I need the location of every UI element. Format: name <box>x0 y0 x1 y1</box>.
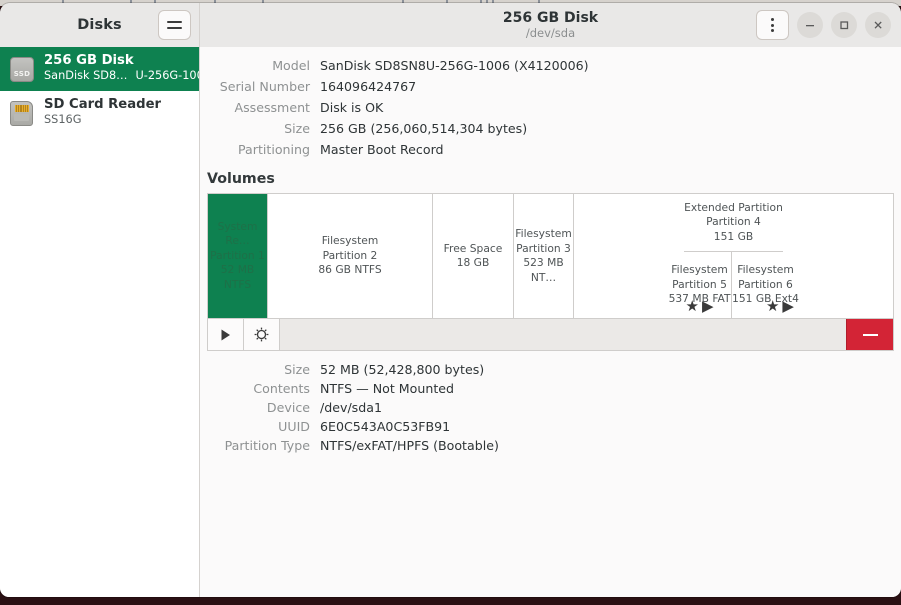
sd-card-icon <box>9 100 35 126</box>
partition-4-extended: Extended Partition Partition 4 151 GB Fi… <box>574 194 893 318</box>
partition-4-header[interactable]: Extended Partition Partition 4 151 GB <box>684 194 783 252</box>
partition-line3: 52 MB NTFS <box>220 263 255 291</box>
partition-info-key: UUID <box>278 419 310 434</box>
partition-info-value: 6E0C543A0C53FB91 <box>320 419 451 434</box>
drive-info-value: Disk is OK <box>320 100 384 115</box>
device-subtitle: SanDisk SD8… U-256G-1006 <box>44 69 199 83</box>
partition-free-space[interactable]: Free Space 18 GB <box>433 194 514 318</box>
partition-line1: Filesystem <box>515 227 572 240</box>
partition-line1: Free Space <box>443 241 503 255</box>
device-sub-id: U-256G-1006 <box>135 69 199 83</box>
partition-1[interactable]: System Re… Partition 1 52 MB NTFS <box>208 194 268 318</box>
sidebar-item-text: 256 GB Disk SanDisk SD8… U-256G-1006 <box>44 53 199 83</box>
partition-info-value: 52 MB (52,428,800 bytes) <box>320 362 485 377</box>
device-subtitle: SS16G <box>44 113 161 127</box>
partition-info-key: Contents <box>253 381 310 396</box>
partition-4-label: Extended Partition Partition 4 151 GB <box>684 201 783 245</box>
titlebar: Disks 256 GB Disk /dev/sda <box>0 3 901 47</box>
ssd-icon-label: SSD <box>13 69 31 78</box>
partition-3-label: Filesystem Partition 3 523 MB NT… <box>514 227 573 285</box>
volumes-heading: Volumes <box>207 171 275 187</box>
play-icon[interactable] <box>208 319 244 350</box>
sidebar-item-text: SD Card Reader SS16G <box>44 97 162 127</box>
partition-info-value: NTFS — Not Mounted <box>320 381 455 396</box>
drive-info-value: Master Boot Record <box>320 142 444 157</box>
partition-3[interactable]: Filesystem Partition 3 523 MB NT… <box>514 194 574 318</box>
partition-4-children: Filesystem Partition 5 537 MB FAT ★ ▶ Fi… <box>668 252 799 318</box>
drive-info-value: SanDisk SD8SN8U-256G-1006 (X4120006) <box>320 58 589 73</box>
device-sub-model: SS16G <box>44 113 82 127</box>
partition-line1: Extended Partition <box>684 200 783 214</box>
drive-info-table: Model SanDisk SD8SN8U-256G-1006 (X412000… <box>200 47 901 160</box>
partition-2-label: Filesystem Partition 2 86 GB NTFS <box>318 234 381 278</box>
partition-1-label: System Re… Partition 1 52 MB NTFS <box>208 220 267 293</box>
volumes-section: System Re… Partition 1 52 MB NTFS Filesy… <box>207 193 894 351</box>
drive-info-value: 164096424767 <box>320 79 417 94</box>
partition-line1: Filesystem <box>737 263 794 277</box>
drive-info-key: Serial Number <box>219 79 310 94</box>
partition-line2: Partition 6 <box>738 277 793 291</box>
play-icon: ▶ <box>702 297 714 315</box>
hamburger-icon[interactable] <box>158 10 191 40</box>
partition-6[interactable]: Filesystem Partition 6 151 GB Ext4 ★ ▶ <box>732 252 799 318</box>
minus-icon <box>862 333 878 336</box>
device-sidebar: SSD 256 GB Disk SanDisk SD8… U-256G-1006 <box>0 47 200 597</box>
partition-info-key: Partition Type <box>224 438 310 453</box>
play-icon: ▶ <box>782 297 794 315</box>
maximize-icon[interactable] <box>831 12 857 38</box>
drive-info-value: 256 GB (256,060,514,304 bytes) <box>320 121 528 136</box>
volumes-toolbar <box>207 318 894 351</box>
partition-info-value: /dev/sda1 <box>320 400 382 415</box>
partition-line2: 18 GB <box>456 256 490 269</box>
sidebar-titlebar: Disks <box>0 3 200 47</box>
sidebar-title: Disks <box>77 17 122 33</box>
partition-line1: Filesystem <box>671 263 728 277</box>
partition-line3: 86 GB NTFS <box>318 263 382 277</box>
partition-line1: System Re… <box>217 219 258 248</box>
partition-line3: 151 GB <box>713 229 754 243</box>
partition-line1: Filesystem <box>321 234 379 248</box>
partition-info-value: NTFS/exFAT/HPFS (Bootable) <box>320 438 499 453</box>
vertical-dots-icon[interactable] <box>756 10 789 40</box>
partition-line2: Partition 4 <box>706 215 761 229</box>
volumes-bar: System Re… Partition 1 52 MB NTFS Filesy… <box>207 193 894 318</box>
close-icon[interactable] <box>865 12 891 38</box>
main-content: Model SanDisk SD8SN8U-256G-1006 (X412000… <box>200 47 901 597</box>
device-name: SD Card Reader <box>44 97 162 113</box>
partition-5-badges: ★ ▶ <box>668 299 731 314</box>
main-titlebar: 256 GB Disk /dev/sda <box>200 3 901 47</box>
partition-2[interactable]: Filesystem Partition 2 86 GB NTFS <box>268 194 433 318</box>
partition-line2: Partition 2 <box>322 248 378 262</box>
sidebar-item-sd-card-reader[interactable]: SD Card Reader SS16G <box>0 91 199 135</box>
free-space-label: Free Space 18 GB <box>444 242 503 271</box>
ssd-icon: SSD <box>9 56 35 82</box>
partition-line2: Partition 5 <box>672 277 727 291</box>
partition-line3: 523 MB NT… <box>523 256 564 284</box>
partition-info-key: Size <box>284 362 310 377</box>
partition-6-badges: ★ ▶ <box>766 299 794 314</box>
drive-info-key: Assessment <box>234 100 310 115</box>
drive-info-key: Partitioning <box>238 142 310 157</box>
delete-partition-button[interactable] <box>846 319 893 350</box>
partition-line2: Partition 3 <box>516 241 571 255</box>
partition-info-table: Size 52 MB (52,428,800 bytes) Contents N… <box>200 351 901 455</box>
device-sub-model: SanDisk SD8… <box>44 69 128 83</box>
window-body: SSD 256 GB Disk SanDisk SD8… U-256G-1006 <box>0 47 901 597</box>
titlebar-actions <box>756 3 891 47</box>
partition-5[interactable]: Filesystem Partition 5 537 MB FAT ★ ▶ <box>668 252 733 318</box>
partition-info-key: Device <box>266 400 310 415</box>
partition-line2: Partition 1 <box>210 248 265 262</box>
sidebar-item-256gb-disk[interactable]: SSD 256 GB Disk SanDisk SD8… U-256G-1006 <box>0 47 199 91</box>
minimize-icon[interactable] <box>797 12 823 38</box>
drive-info-key: Model <box>272 58 310 73</box>
disks-window: Disks 256 GB Disk /dev/sda SSD 256 GB Di… <box>0 3 901 597</box>
star-icon: ★ <box>685 297 699 315</box>
drive-info-key: Size <box>284 121 310 136</box>
gear-icon[interactable] <box>244 319 280 350</box>
device-name: 256 GB Disk <box>44 53 134 69</box>
star-icon: ★ <box>765 297 780 315</box>
